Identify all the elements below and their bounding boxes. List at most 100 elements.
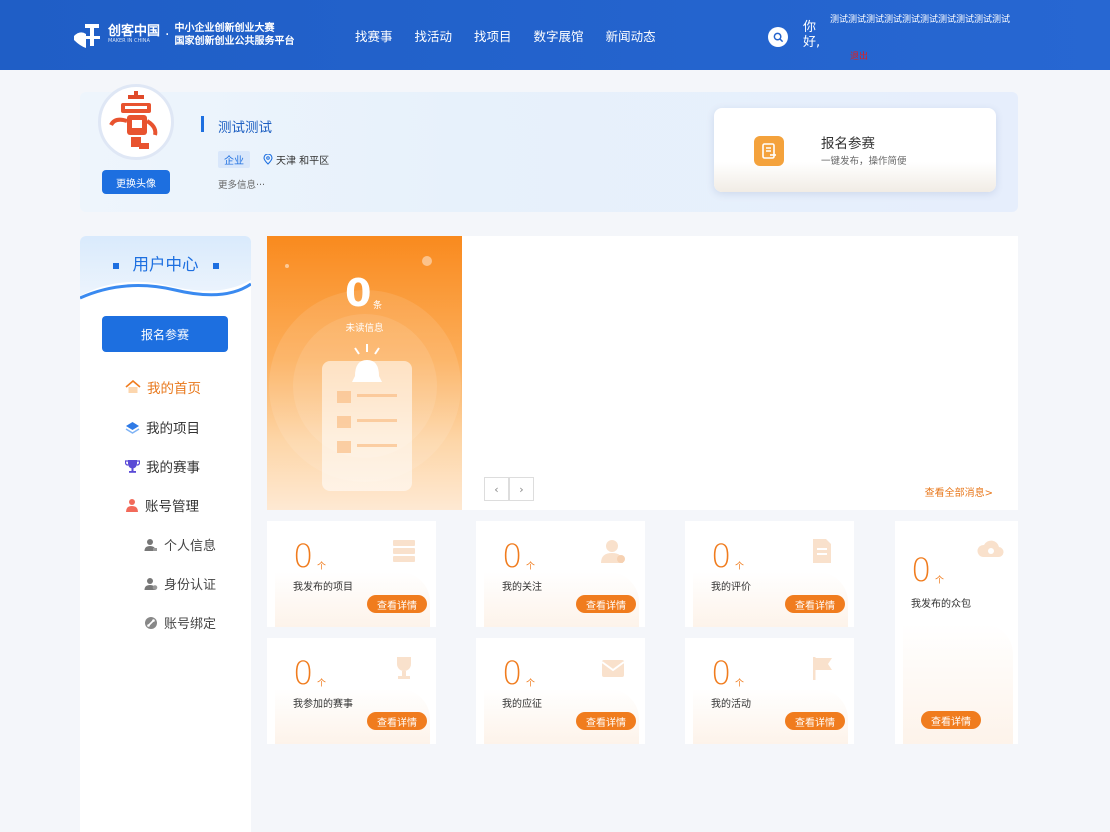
stat-card-my-competitions: 0 个 我参加的赛事 查看详情 — [267, 638, 436, 744]
signup-desc: 一键发布，操作简便 — [821, 156, 907, 167]
stat-unit: 个 — [317, 679, 327, 689]
flag-icon — [813, 657, 832, 680]
stat-unit: 个 — [526, 679, 536, 689]
search-button[interactable] — [768, 27, 788, 47]
stat-label: 我的应征 — [502, 699, 542, 710]
trophy-icon — [125, 460, 140, 473]
nav-find-activity[interactable]: 找活动 — [415, 26, 453, 45]
logo-subtitle-1: 中小企业创新创业大赛 — [174, 23, 275, 34]
view-details-button[interactable]: 查看详情 — [785, 595, 845, 613]
profile-location: 天津 和平区 — [263, 152, 329, 167]
sidebar-subitem-label: 账号绑定 — [164, 617, 217, 632]
logo-brand-text: 创客中国 — [108, 24, 161, 39]
stat-label: 我的关注 — [502, 582, 542, 593]
sidebar-subitem-binding[interactable]: 账号绑定 — [144, 613, 216, 632]
profile-type-badge: 企业 — [218, 151, 250, 168]
change-avatar-button[interactable]: 更换头像 — [102, 170, 170, 194]
profile-name: 测试测试 — [218, 120, 272, 136]
avatar — [98, 84, 174, 160]
sidebar-item-label: 我的首页 — [147, 381, 201, 397]
sidebar-item-label: 我的赛事 — [146, 460, 200, 476]
nav-find-competition[interactable]: 找赛事 — [355, 26, 393, 45]
trophy-outline-icon — [397, 657, 411, 679]
sidebar-item-competitions[interactable]: 我的赛事 — [125, 456, 200, 476]
stat-number: 0 — [911, 551, 932, 589]
message-pager: ‹ › — [484, 477, 534, 501]
signup-title: 报名参赛 — [821, 136, 875, 152]
site-logo[interactable]: 创客中国 MAKER IN CHINA · 中小企业创新创业大赛 国家创新创业公… — [70, 14, 294, 56]
robot-avatar-icon — [109, 91, 158, 149]
stat-card-my-reviews: 0 个 我的评价 查看详情 — [685, 521, 854, 627]
stat-label: 我发布的项目 — [293, 582, 353, 593]
stat-number: 0 — [502, 537, 523, 575]
logo-brand-en: MAKER IN CHINA — [108, 38, 150, 44]
sidebar-item-home[interactable]: 我的首页 — [125, 377, 201, 397]
profile-location-text: 天津 和平区 — [276, 156, 330, 167]
user-sidebar: 用户中心 报名参赛 我的首页 我的项目 我的赛事 账号管理 个人信息 身份认证 … — [80, 236, 251, 832]
signup-card[interactable]: 报名参赛 一键发布，操作简便 — [714, 108, 996, 192]
server-icon — [393, 540, 415, 562]
stat-card-my-projects: 0 个 我发布的项目 查看详情 — [267, 521, 436, 627]
next-page-button[interactable]: › — [509, 477, 534, 501]
stat-number: 0 — [293, 537, 314, 575]
stat-label: 我发布的众包 — [911, 599, 971, 610]
view-details-button[interactable]: 查看详情 — [785, 712, 845, 730]
view-details-button[interactable]: 查看详情 — [576, 595, 636, 613]
person-icon — [144, 538, 157, 551]
logo-icon — [74, 24, 100, 48]
nav-digital-hall[interactable]: 数字展馆 — [534, 26, 584, 45]
stat-unit: 个 — [935, 576, 945, 586]
nav-news[interactable]: 新闻动态 — [606, 26, 656, 45]
unread-count: 0 — [345, 271, 372, 315]
sidebar-item-label: 账号管理 — [145, 499, 199, 515]
prev-page-button[interactable]: ‹ — [484, 477, 509, 501]
sidebar-subitem-personal-info[interactable]: 个人信息 — [144, 535, 216, 554]
sidebar-item-label: 我的项目 — [146, 421, 200, 437]
stat-card-my-follows: 0 个 我的关注 查看详情 — [476, 521, 645, 627]
username-text: 测试测试测试测试测试测试测试测试测试测试 — [830, 15, 1011, 25]
more-info-link[interactable]: 更多信息··· — [218, 177, 265, 191]
layers-icon — [125, 421, 140, 434]
view-details-button[interactable]: 查看详情 — [367, 712, 427, 730]
stat-unit: 个 — [735, 679, 745, 689]
nav-find-project[interactable]: 找项目 — [474, 26, 512, 45]
sidebar-signup-button[interactable]: 报名参赛 — [102, 316, 228, 352]
mail-icon — [601, 660, 625, 677]
stat-card-my-crowdsourcing: 0 个 我发布的众包 查看详情 — [895, 521, 1018, 744]
sidebar-item-projects[interactable]: 我的项目 — [125, 417, 200, 437]
stat-number: 0 — [711, 537, 732, 575]
location-pin-icon — [263, 154, 273, 165]
view-details-button[interactable]: 查看详情 — [921, 711, 981, 729]
follow-user-icon — [601, 540, 625, 563]
unread-message-card[interactable]: 0 条 未读信息 — [267, 236, 462, 510]
sidebar-subitem-label: 个人信息 — [164, 539, 217, 554]
stat-card-my-activities: 0 个 我的活动 查看详情 — [685, 638, 854, 744]
link-icon — [145, 616, 157, 629]
stat-label: 我的活动 — [711, 699, 751, 710]
sidebar-subitem-identity[interactable]: 身份认证 — [144, 574, 216, 593]
main-nav: 找赛事 找活动 找项目 数字展馆 新闻动态 — [355, 0, 678, 70]
cloud-icon — [977, 540, 1004, 558]
stat-unit: 个 — [526, 562, 536, 572]
logout-link[interactable]: 退出 — [850, 49, 868, 62]
stat-number: 0 — [293, 654, 314, 692]
stat-unit: 个 — [317, 562, 327, 572]
view-all-messages-link[interactable]: 查看全部消息> — [925, 484, 993, 499]
profile-banner: 更换头像 测试测试 企业 天津 和平区 更多信息··· 报名参赛 一键发布，操作… — [80, 84, 1018, 212]
document-edit-icon — [813, 539, 831, 563]
stat-label: 我参加的赛事 — [293, 699, 353, 710]
logo-dot: · — [165, 27, 170, 43]
home-icon — [125, 380, 141, 393]
unread-label: 未读信息 — [345, 323, 384, 334]
name-accent-bar — [201, 116, 204, 132]
view-details-button[interactable]: 查看详情 — [367, 595, 427, 613]
signup-form-icon — [754, 136, 784, 166]
stat-label: 我的评价 — [711, 582, 751, 593]
sidebar-header: 用户中心 — [80, 236, 251, 306]
greeting-text: 你好, — [803, 20, 821, 50]
user-icon — [126, 499, 138, 512]
sidebar-item-account[interactable]: 账号管理 — [125, 495, 199, 515]
view-details-button[interactable]: 查看详情 — [576, 712, 636, 730]
id-icon — [144, 577, 158, 590]
message-panel: 0 条 未读信息 ‹ › 查看全部消息> — [267, 236, 1018, 510]
